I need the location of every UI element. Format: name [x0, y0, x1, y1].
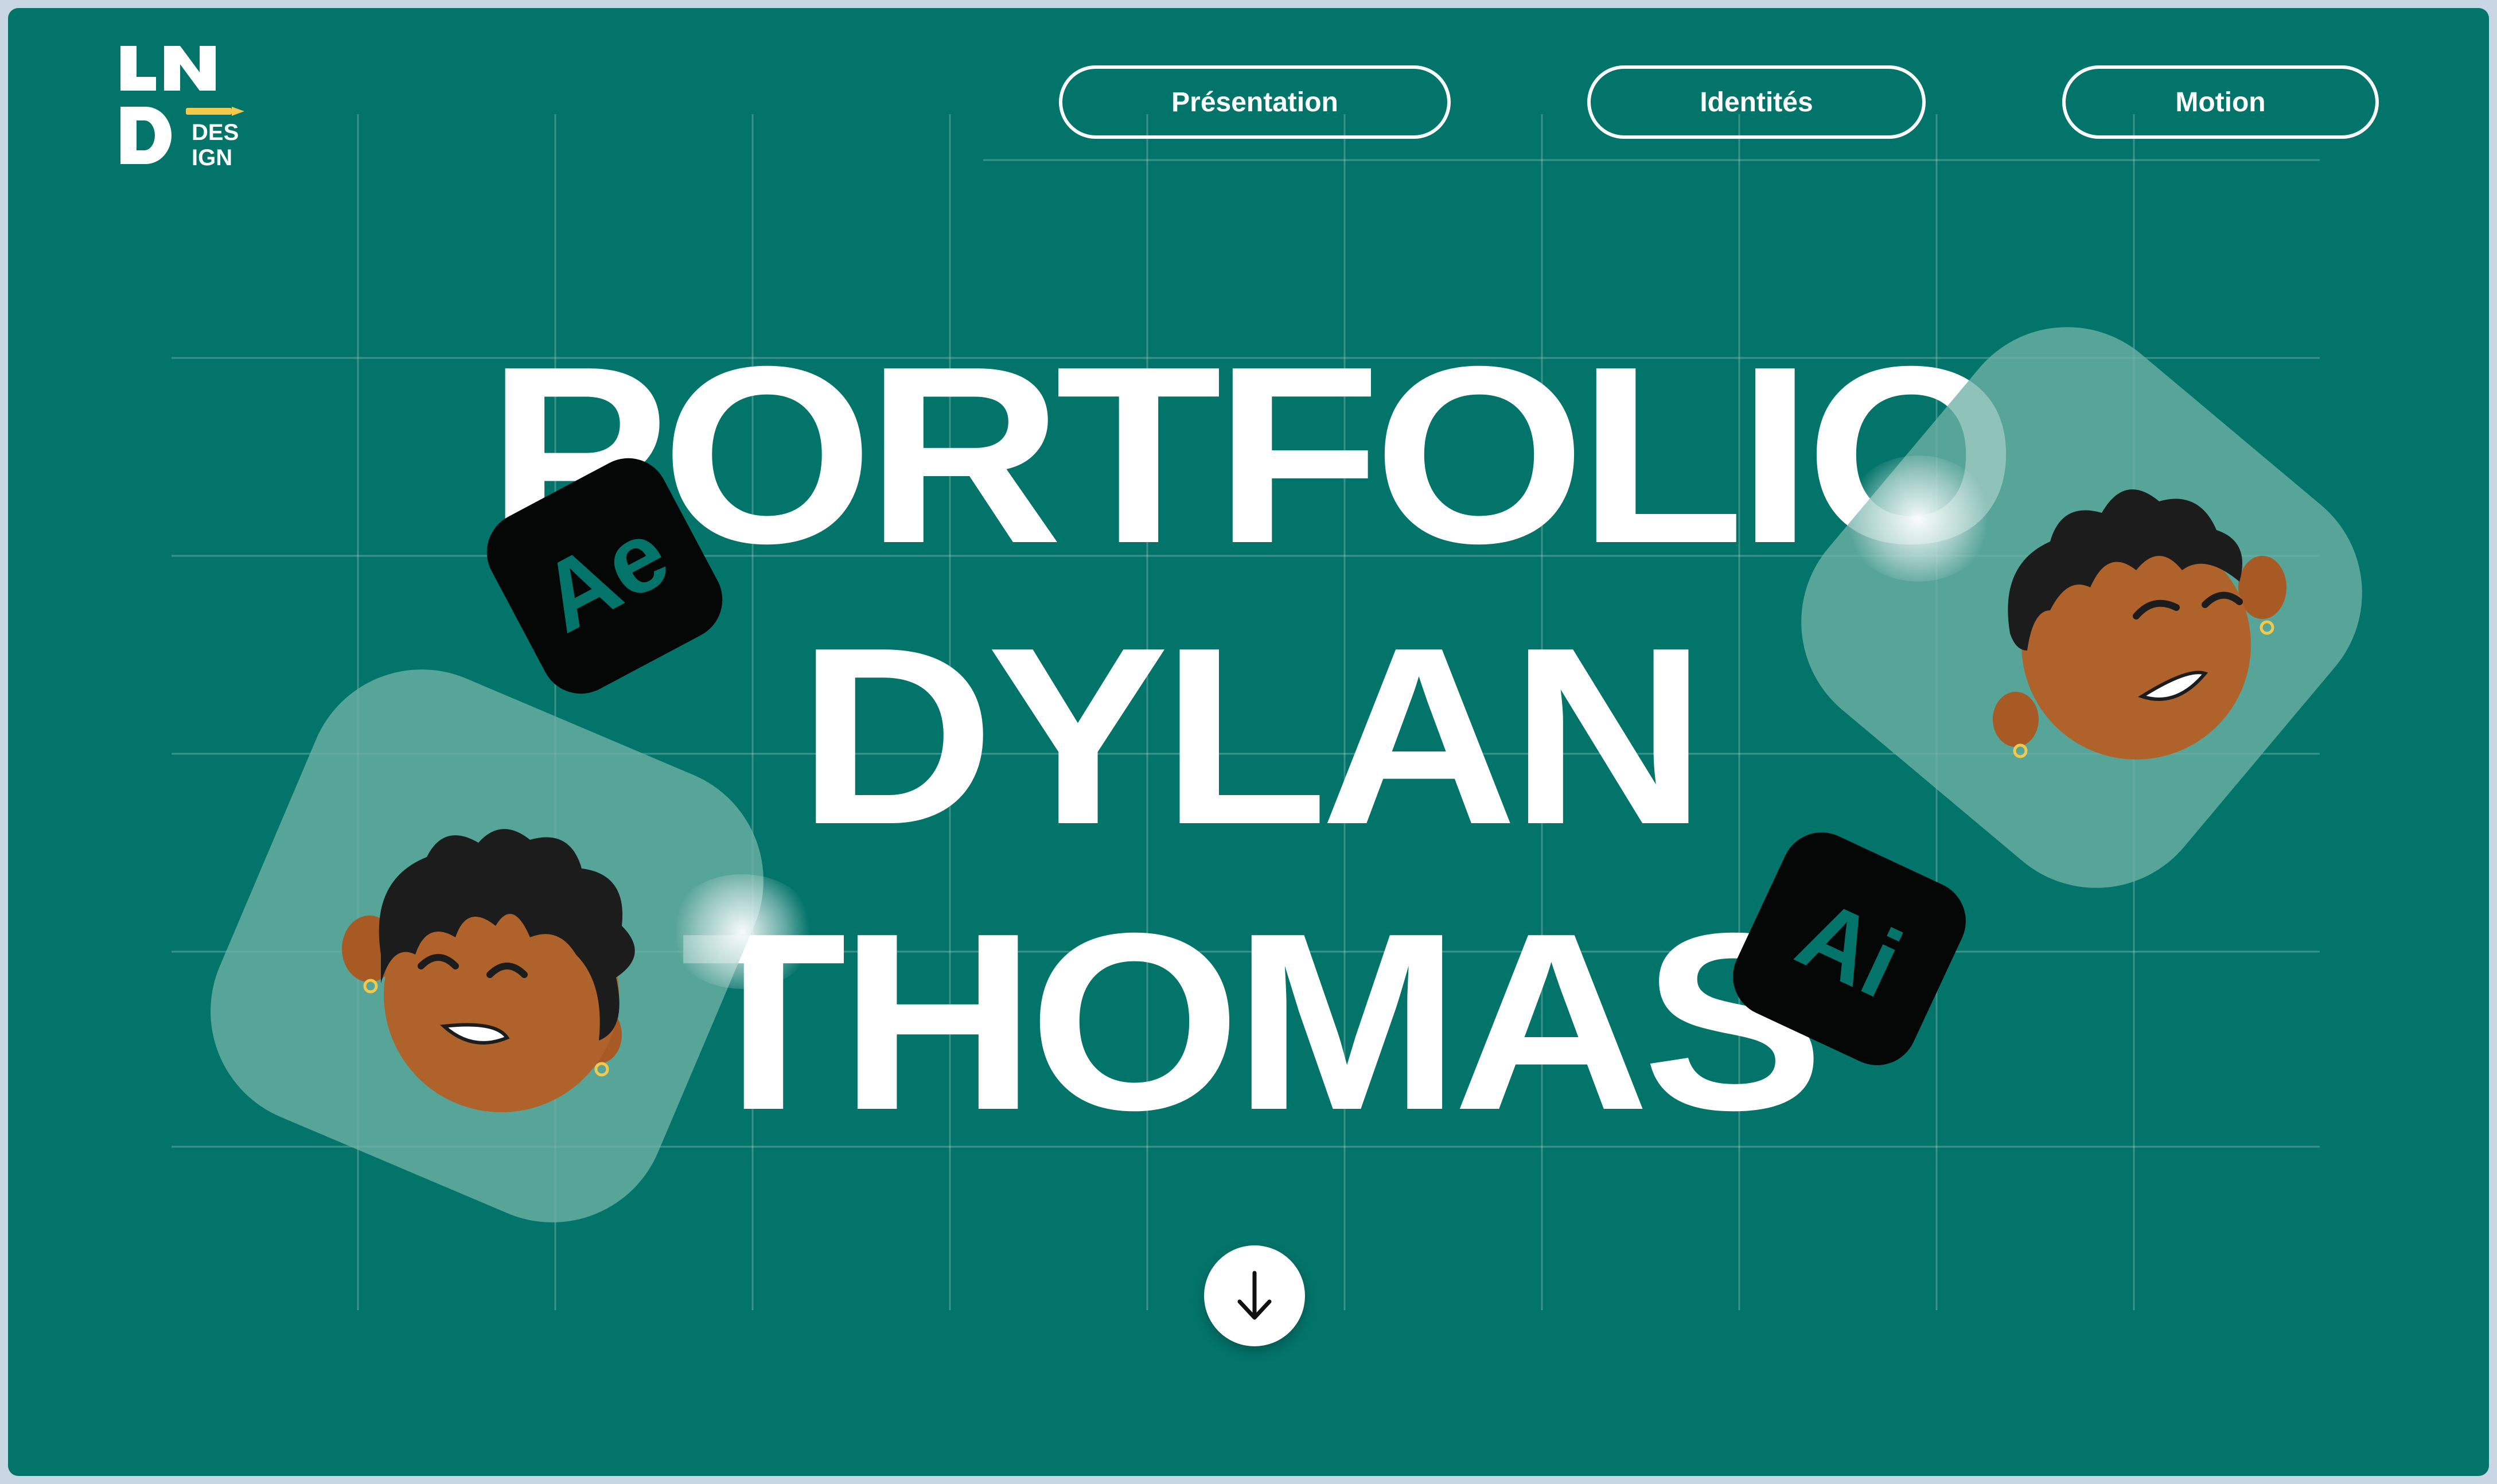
- avatar-face-left-illustration: [342, 829, 635, 1112]
- avatar-face-right-illustration: [1993, 489, 2286, 759]
- glass-highlight-left: [668, 874, 817, 989]
- scroll-down-button[interactable]: [1204, 1245, 1305, 1346]
- glass-highlight-right: [1844, 455, 1993, 582]
- nav-motion-button[interactable]: Motion: [2062, 65, 2379, 139]
- nav-presentation-button[interactable]: Présentation: [1059, 65, 1451, 139]
- nav-presentation-label: Présentation: [1171, 87, 1338, 118]
- lnd-design-logo[interactable]: DES IGN: [117, 44, 255, 170]
- nav-motion-label: Motion: [2175, 87, 2266, 118]
- logo-des-text: DES: [192, 120, 239, 145]
- illustrator-badge-label: Ai: [1782, 878, 1917, 1019]
- logo-ign-text: IGN: [192, 145, 232, 170]
- arrow-down-icon: [1237, 1271, 1272, 1320]
- nav-identites-button[interactable]: Identités: [1587, 65, 1926, 139]
- portfolio-page: DES IGN Présentation Identités Motion PO…: [8, 8, 2489, 1476]
- after-effects-badge-label: Ae: [524, 498, 685, 653]
- nav-identites-label: Identités: [1700, 87, 1813, 118]
